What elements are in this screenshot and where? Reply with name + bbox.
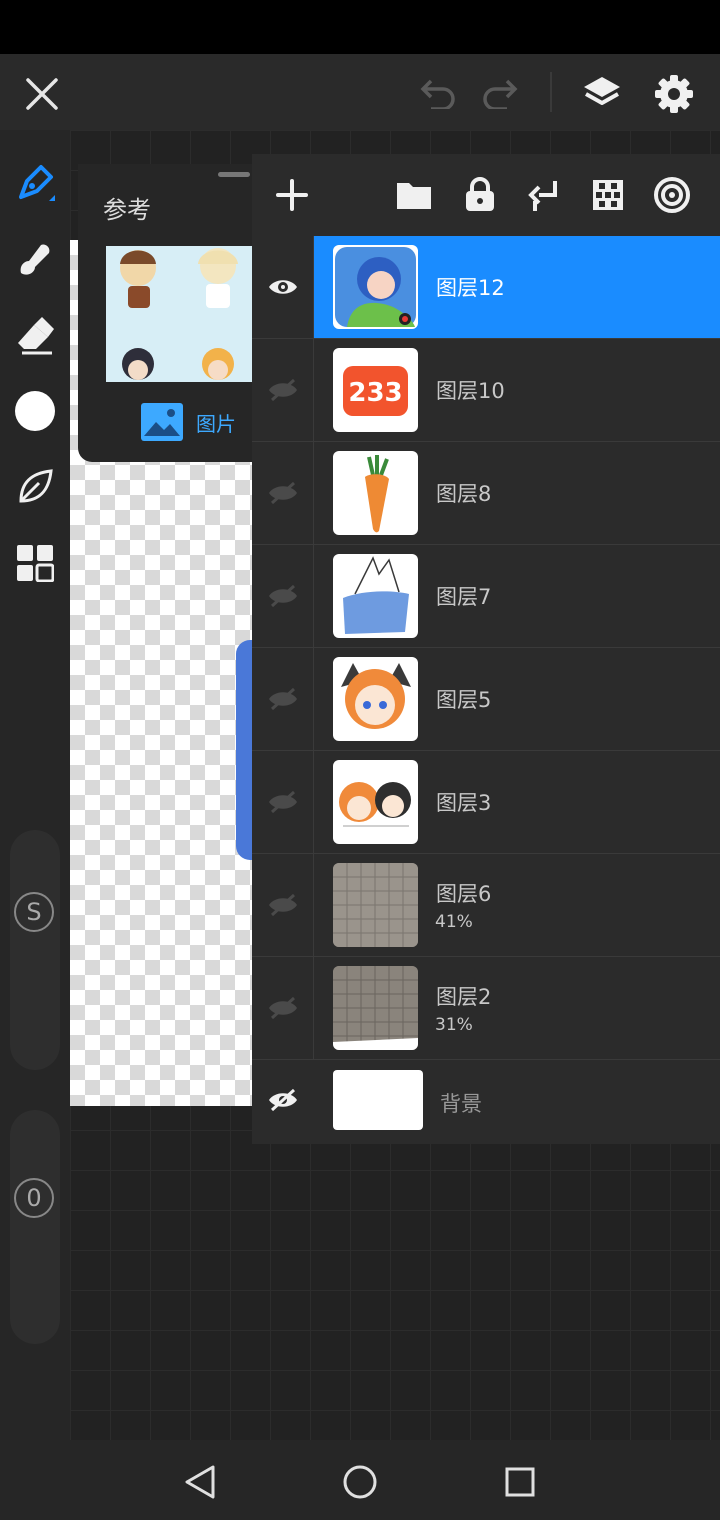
redo-icon[interactable]: [478, 72, 524, 116]
navigation-bar: [0, 1440, 720, 1520]
layer-name: 图层5: [436, 688, 492, 712]
undo-icon[interactable]: [414, 72, 460, 116]
lock-icon[interactable]: [456, 172, 504, 218]
layer-name: 图层8: [436, 482, 492, 506]
home-icon[interactable]: [338, 1460, 382, 1504]
leaf-icon[interactable]: [0, 464, 70, 510]
layer-row[interactable]: 图层8: [252, 442, 720, 545]
image-icon: [141, 403, 183, 441]
eye-hidden-icon: [268, 893, 297, 917]
layer-opacity: 41%: [435, 912, 473, 932]
add-layer-icon[interactable]: [268, 172, 316, 218]
layer-name: 图层10: [436, 379, 505, 403]
eye-hidden-icon: [268, 687, 297, 711]
merge-down-icon[interactable]: [520, 172, 568, 218]
layer-row[interactable]: 233 图层10: [252, 339, 720, 442]
reference-title: 参考: [103, 196, 151, 224]
eye-hidden-icon: [268, 378, 297, 402]
gear-icon[interactable]: [650, 70, 698, 118]
background-layer-row[interactable]: 背景: [252, 1060, 720, 1140]
layer-opacity: 31%: [435, 1015, 473, 1035]
onion-skin-icon[interactable]: [648, 172, 696, 218]
visibility-toggle[interactable]: [252, 339, 314, 441]
close-icon[interactable]: [22, 74, 62, 114]
layer-row[interactable]: 图层3: [252, 751, 720, 854]
layers-panel: 图层12 233 图层10 图层8 图层7 图层5 图层3 图层6 41% 图层…: [252, 154, 720, 1144]
transparency-icon[interactable]: [584, 172, 632, 218]
layers-icon[interactable]: [578, 70, 626, 118]
reference-footer-label: 图片: [196, 411, 236, 436]
layer-list: 图层12 233 图层10 图层8 图层7 图层5 图层3 图层6 41% 图层…: [252, 236, 720, 1140]
layer-thumbnail: [333, 554, 418, 638]
background-thumbnail: [333, 1070, 423, 1130]
thumb-233-text: 233: [348, 378, 402, 408]
color-picker[interactable]: [0, 388, 70, 434]
visibility-toggle[interactable]: [252, 545, 314, 647]
eye-hidden-icon: [268, 790, 297, 814]
layer-thumbnail: [333, 760, 418, 844]
layer-row[interactable]: 图层2 31%: [252, 957, 720, 1060]
layer-thumbnail: [333, 966, 418, 1050]
layer-name: 图层7: [436, 585, 492, 609]
back-icon[interactable]: [178, 1460, 222, 1504]
layer-row[interactable]: 图层6 41%: [252, 854, 720, 957]
layers-toolbar: [252, 154, 720, 236]
eye-hidden-icon: [268, 481, 297, 505]
layer-thumbnail: 233: [333, 348, 418, 432]
folder-icon[interactable]: [390, 172, 438, 218]
layer-name: 图层2: [436, 985, 492, 1009]
background-layer-name: 背景: [440, 1092, 482, 1116]
grid-icon[interactable]: [0, 540, 70, 586]
layer-row[interactable]: 图层5: [252, 648, 720, 751]
layer-name: 图层6: [436, 882, 492, 906]
visibility-toggle[interactable]: [252, 236, 314, 338]
size-slider-label: S: [14, 892, 54, 932]
layer-thumbnail: [333, 245, 418, 329]
recents-icon[interactable]: [498, 1460, 542, 1504]
visibility-toggle[interactable]: [252, 854, 314, 956]
opacity-slider-label: 0: [14, 1178, 54, 1218]
status-bar: [0, 0, 720, 54]
toolbar-separator: [550, 72, 552, 112]
eye-icon: [268, 280, 297, 294]
brush-size-slider[interactable]: [10, 830, 60, 1070]
eraser-tool[interactable]: [0, 312, 70, 358]
opacity-slider[interactable]: [10, 1110, 60, 1344]
visibility-toggle[interactable]: [252, 648, 314, 750]
layer-row[interactable]: 图层12: [252, 236, 720, 339]
smudge-tool[interactable]: [0, 236, 70, 282]
eye-hidden-icon: [268, 1088, 297, 1112]
visibility-toggle[interactable]: [252, 751, 314, 853]
layer-thumbnail: [333, 657, 418, 741]
brush-tool[interactable]: [0, 160, 70, 206]
reference-image[interactable]: [106, 246, 253, 382]
layer-name: 图层12: [436, 276, 505, 300]
panel-handle[interactable]: [218, 172, 250, 177]
visibility-toggle[interactable]: [252, 957, 314, 1059]
eye-hidden-icon: [268, 996, 297, 1020]
layer-thumbnail: [333, 863, 418, 947]
visibility-toggle[interactable]: [252, 442, 314, 544]
visibility-toggle[interactable]: [252, 1060, 313, 1140]
layer-thumbnail: [333, 451, 418, 535]
layer-name: 图层3: [436, 791, 492, 815]
layer-row[interactable]: 图层7: [252, 545, 720, 648]
reference-panel: 参考 图片: [78, 164, 253, 462]
eye-hidden-icon: [268, 584, 297, 608]
